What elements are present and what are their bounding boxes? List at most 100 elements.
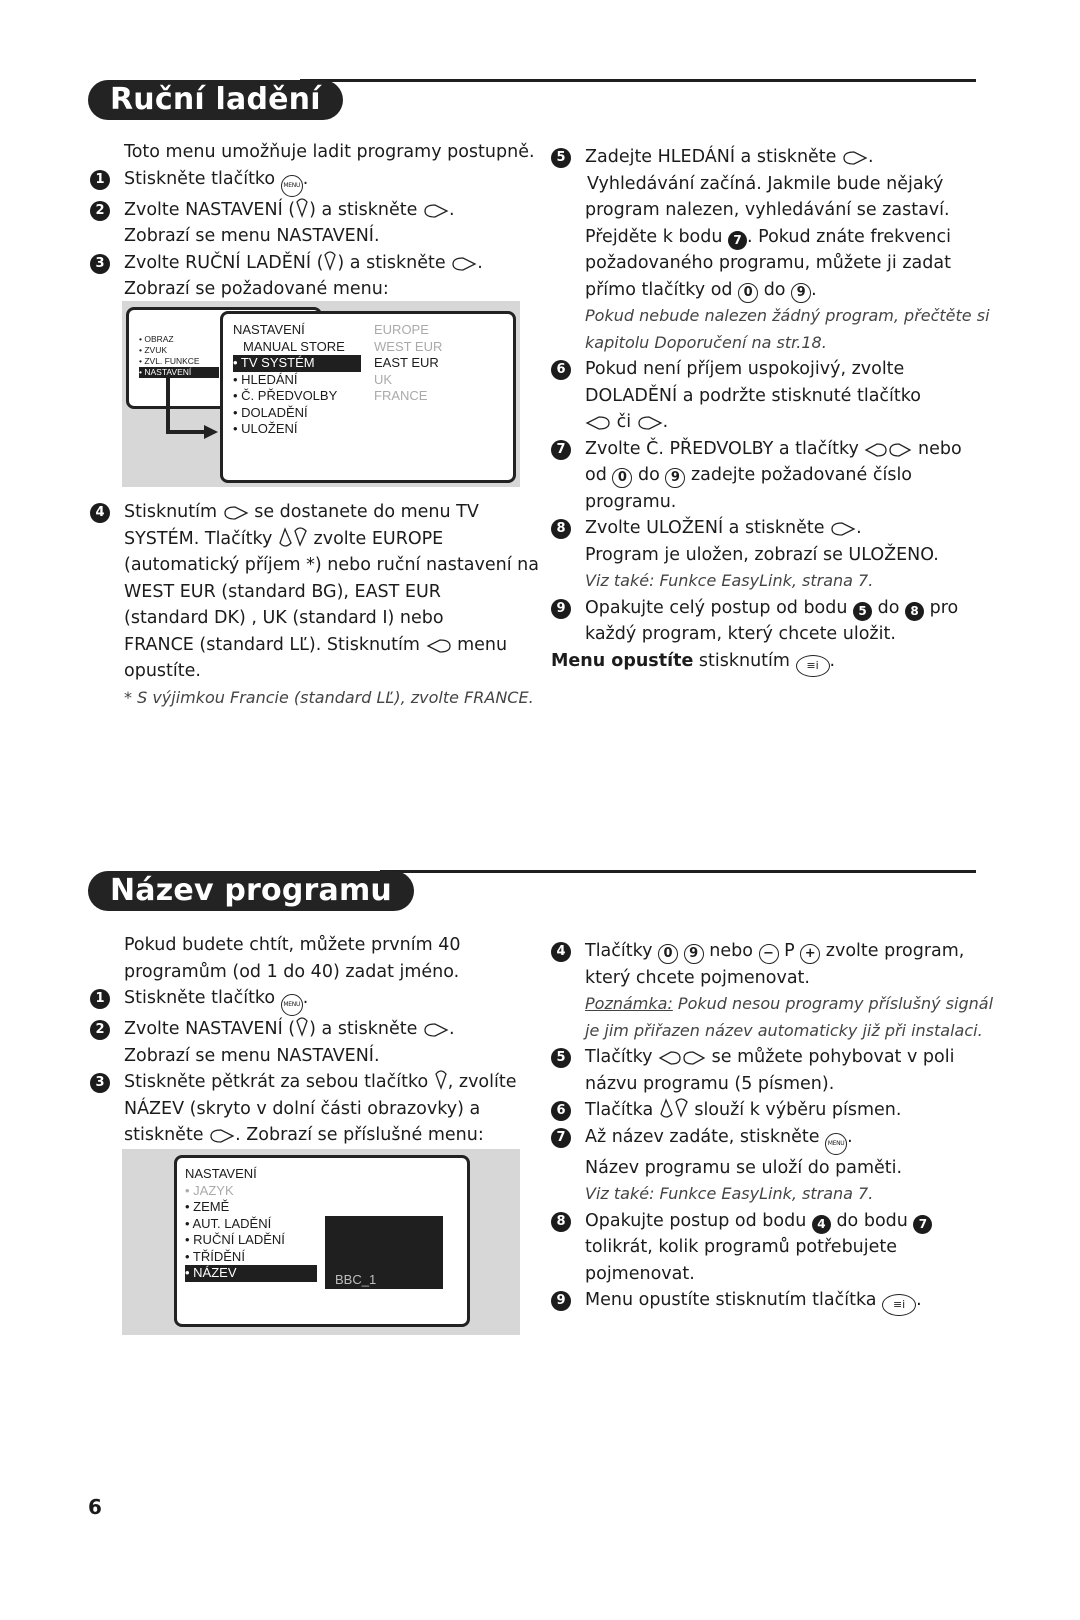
step-number-5: 5: [551, 1048, 571, 1068]
right-arrow-key-icon: [424, 203, 449, 218]
menu-key-icon: MENU: [280, 174, 303, 197]
step-ref-8: 8: [905, 601, 925, 621]
step-number-4: 4: [551, 942, 571, 962]
step-6: 6 Tlačítka slouží k výběru písmen.: [551, 1097, 991, 1124]
digit-0-key-icon: 0: [738, 282, 759, 303]
step-5-note: kapitolu Doporučení na str.18.: [585, 332, 827, 352]
step-number-8: 8: [551, 1211, 571, 1232]
step-4-line: SYSTÉM. Tlačítky zvolte EUROPE: [124, 526, 444, 549]
step-2: 2 Zvolte NASTAVENÍ () a stiskněte .: [90, 197, 530, 224]
section-title-manual-tuning: Ruční ladění: [88, 80, 343, 120]
info-exit-key-icon: ≡i: [882, 1294, 917, 1316]
digit-0-key-icon: 0: [612, 468, 633, 488]
submenu-item: MANUAL STORE: [243, 338, 345, 354]
submenu-item-selected: • TV SYSTÉM: [233, 355, 361, 372]
step-4-line: WEST EUR (standard BG), EAST EUR: [124, 581, 441, 602]
setup-menu-item: • AUT. LADĚNÍ: [185, 1215, 272, 1231]
note: Poznámka: Pokud nesou programy příslušný…: [585, 994, 994, 1013]
step-5-note: Pokud nebude nalezen žádný program, přeč…: [585, 306, 990, 325]
step-1: 1 Stiskněte tlačítko MENU.: [90, 985, 530, 1016]
section-title-program-name: Název programu: [88, 871, 414, 911]
step-ref-7: 7: [728, 230, 748, 250]
step-number-9: 9: [551, 598, 571, 619]
setup-menu-list: NASTAVENÍ • JAZYK • ZEMĚ • AUT. LADĚNÍ •…: [185, 1166, 317, 1282]
step-9-line: každý program, který chcete uložit.: [585, 624, 896, 644]
step-6: 6 Pokud není příjem uspokojivý, zvolte: [551, 356, 981, 383]
right-arrow-key-icon: [424, 1023, 449, 1037]
manual-tuning-right-column: 5 Zadejte HLEDÁNÍ a stiskněte . Vyhledáv…: [551, 144, 990, 677]
step-number-3: 3: [90, 1073, 110, 1093]
main-menu-item: • ZVUK: [139, 345, 168, 355]
submenu-item: • ULOŽENÍ: [233, 421, 298, 436]
step-7: 7 Až název zadáte, stiskněte MENU.: [551, 1124, 991, 1155]
setup-menu-item: • RUČNÍ LADĚNÍ: [185, 1232, 285, 1247]
setup-menu-box: NASTAVENÍ • JAZYK • ZEMĚ • AUT. LADĚNÍ •…: [174, 1155, 470, 1327]
step-3: 3 Zvolte RUČNÍ LADĚNÍ () a stiskněte .: [90, 250, 530, 277]
left-arrow-key-icon: [585, 416, 610, 430]
section-rule: [300, 79, 976, 82]
step-number-2: 2: [90, 200, 110, 221]
tv-menu-screenshot-manual-tuning: • OBRAZ • ZVUK • ZVL. FUNKCE • NASTAVENÍ…: [122, 301, 520, 487]
step-4-line: FRANCE (standard LĽ). Stisknutím menu: [124, 634, 508, 655]
intro-text: programům (od 1 do 40) zadat jméno.: [124, 961, 460, 982]
submenu-list: NASTAVENÍ MANUAL STORE • TV SYSTÉM • HLE…: [233, 322, 361, 438]
option-europe: EUROPE: [374, 322, 429, 337]
step-6-line: či .: [551, 409, 981, 436]
step-5: 5 Tlačítky se můžete pohybovat v poli: [551, 1044, 991, 1071]
program-plus-key-icon: +: [800, 944, 821, 964]
submenu-item: • Č. PŘEDVOLBY: [233, 388, 338, 403]
step-4-line: 4 Stisknutím se dostanete do menu TV: [90, 499, 530, 526]
step-4: 4 Tlačítky 0 9 nebo − P + zvolte program…: [551, 938, 991, 965]
step-1: 1 Stiskněte tlačítko MENU.: [90, 166, 530, 197]
down-arrow-key-icon: [296, 1017, 308, 1037]
step-number-1: 1: [90, 989, 110, 1009]
program-name-left-column: Pokud budete chtít, můžete prvním 40 pro…: [90, 932, 530, 1149]
setup-menu-item: • TŘÍDĚNÍ: [185, 1248, 245, 1264]
step-3: 3 Stiskněte pětkrát za sebou tlačítko , …: [90, 1069, 530, 1096]
step-6-line: DOLADĚNÍ a podržte stisknuté tlačítko: [585, 385, 921, 406]
setup-menu-item-selected: • NÁZEV: [185, 1265, 317, 1282]
left-right-arrow-keys-icon: [658, 1051, 706, 1065]
setup-menu-title: NASTAVENÍ: [185, 1166, 257, 1181]
step-3-line: stiskněte . Zobrazí se příslušné menu:: [124, 1125, 484, 1145]
digit-9-key-icon: 9: [791, 282, 812, 303]
step-ref-5: 5: [853, 601, 873, 621]
setup-menu-item: • ZEMĚ: [185, 1199, 230, 1214]
note: je jim přiřazen název automaticky již př…: [585, 1020, 983, 1040]
step-4-line: (automatický příjem *) nebo ruční nastav…: [124, 555, 539, 575]
step-3-result: Zobrazí se požadované menu:: [124, 279, 389, 299]
step-2: 2 Zvolte NASTAVENÍ () a stiskněte .: [90, 1016, 530, 1043]
step-number-6: 6: [551, 1101, 571, 1121]
step-2-result: Zobrazí se menu NASTAVENÍ.: [124, 226, 380, 246]
submenu-title: NASTAVENÍ: [233, 322, 305, 337]
step-number-3: 3: [90, 253, 110, 274]
step-number-1: 1: [90, 169, 110, 190]
digit-0-key-icon: 0: [658, 944, 679, 964]
right-arrow-key-icon: [843, 151, 868, 165]
step-8-line: pojmenovat.: [585, 1263, 695, 1284]
tv-system-options: EUROPE WEST EUR EAST EUR UK FRANCE: [374, 322, 442, 405]
main-menu-item: • ZVL. FUNKCE: [139, 356, 200, 366]
right-arrow-key-icon: [452, 256, 477, 271]
submenu-item: • HLEDÁNÍ: [233, 371, 298, 387]
step-2-result: Zobrazí se menu NASTAVENÍ.: [124, 1045, 380, 1066]
setup-menu-item-disabled: • JAZYK: [185, 1182, 234, 1198]
step-number-7: 7: [551, 1127, 571, 1148]
step-ref-7: 7: [913, 1214, 933, 1234]
step-8-line: Program je uložen, zobrazí se ULOŽENO.: [585, 544, 939, 565]
easylink-reference: Viz také: Funkce EasyLink, strana 7.: [585, 1184, 874, 1203]
submenu-box: NASTAVENÍ MANUAL STORE • TV SYSTÉM • HLE…: [220, 311, 516, 483]
step-5-line: přímo tlačítky od 0 do 9.: [551, 277, 981, 304]
exit-instruction: Menu opustíte stisknutím ≡i.: [551, 648, 981, 677]
step-5-line: názvu programu (5 písmen).: [585, 1073, 835, 1094]
left-arrow-key-icon: [426, 638, 451, 653]
step-ref-4: 4: [811, 1214, 831, 1234]
step-3-line: NÁZEV (skryto v dolní části obrazovky) a: [124, 1098, 481, 1119]
option-east-eur-selected: EAST EUR: [374, 355, 439, 370]
step-4-line: (standard DK) , UK (standard I) nebo: [124, 608, 444, 628]
page-number: 6: [88, 1495, 102, 1519]
step-8: 8 Opakujte postup od bodu 4 do bodu 7: [551, 1208, 991, 1235]
digit-9-key-icon: 9: [683, 944, 704, 964]
step-number-2: 2: [90, 1020, 110, 1040]
step-7-line: programu.: [585, 491, 677, 512]
